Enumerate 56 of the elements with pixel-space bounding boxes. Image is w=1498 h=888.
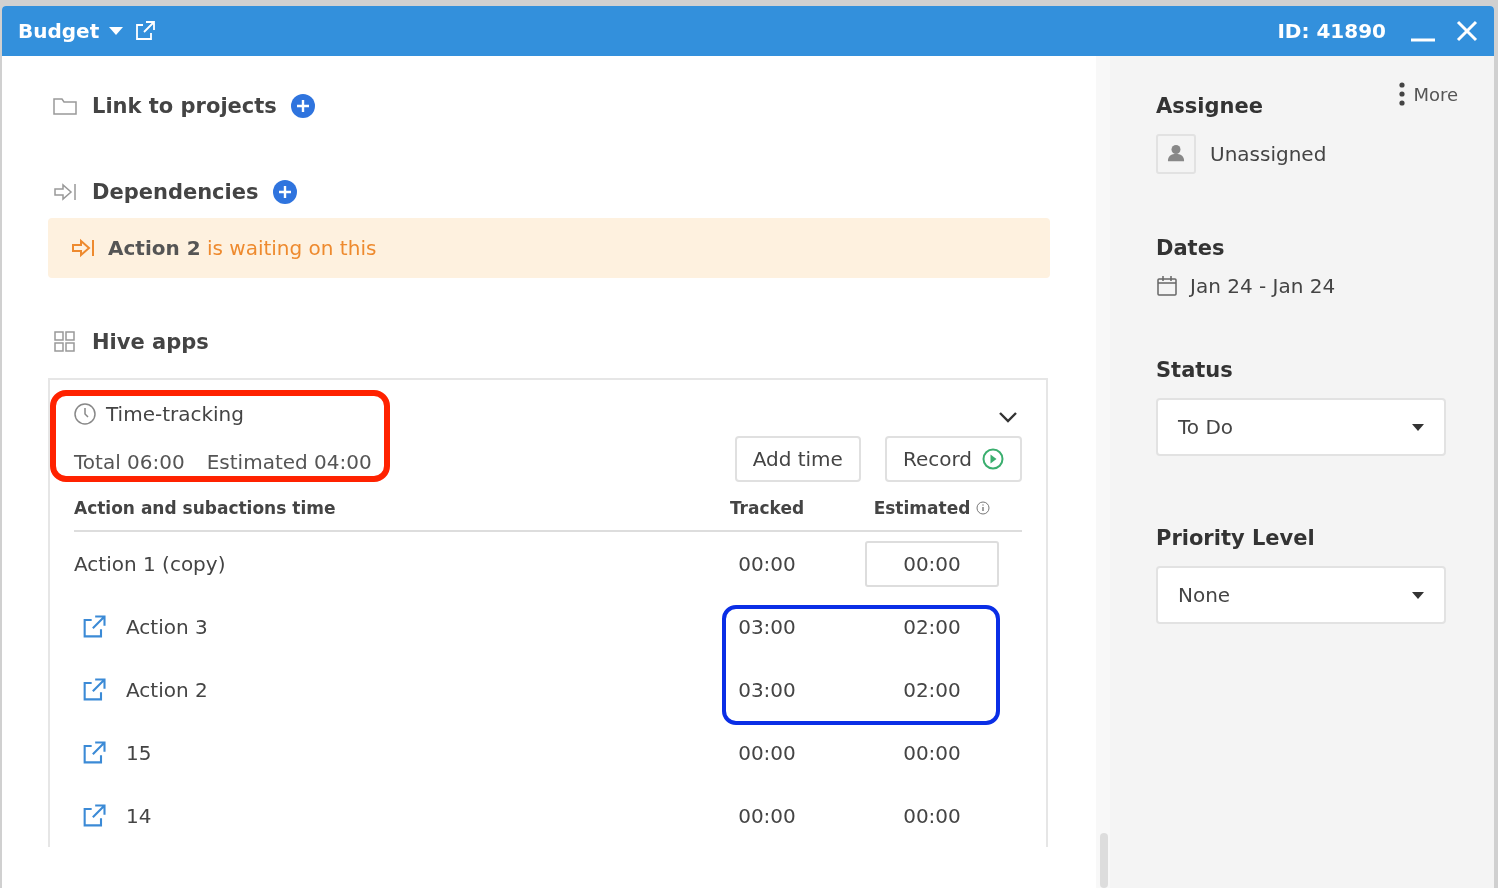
action-name[interactable]: Action 3	[126, 614, 208, 639]
more-icon[interactable]	[1399, 82, 1406, 106]
estimated-time: 02:00	[903, 614, 961, 639]
caret-icon[interactable]	[109, 27, 124, 35]
card-title: Time-tracking	[106, 402, 244, 426]
tracked-time: 00:00	[738, 740, 796, 765]
action-name[interactable]: 14	[126, 803, 152, 828]
column-header: Tracked	[729, 498, 805, 518]
more-label[interactable]: More	[1413, 83, 1458, 105]
estimated-time: 02:00	[903, 677, 961, 702]
section-heading: Link to projects	[92, 94, 277, 118]
arrow-icon	[52, 181, 78, 203]
avatar-icon[interactable]	[1156, 134, 1196, 174]
grid-icon	[52, 331, 78, 353]
action-name[interactable]: 15	[126, 740, 152, 765]
estimated-time: 00:00	[903, 803, 961, 828]
section-heading: Dependencies	[92, 180, 259, 204]
caret-icon	[1412, 423, 1424, 431]
info-icon[interactable]	[976, 501, 991, 515]
estimated-time: Estimated 04:00	[206, 450, 372, 474]
date-range[interactable]: Jan 24 - Jan 24	[1190, 274, 1336, 298]
assignee-name[interactable]: Unassigned	[1210, 142, 1327, 166]
estimated-time: 00:00	[903, 740, 961, 765]
section-heading: Hive apps	[92, 330, 209, 354]
action-name[interactable]: Action 2	[126, 677, 208, 702]
tracked-time: 03:00	[738, 614, 796, 639]
arrow-icon	[70, 237, 96, 259]
tracked-time: 03:00	[738, 677, 796, 702]
field-label: Status	[1156, 358, 1233, 382]
dropdown[interactable]: None	[1156, 566, 1446, 624]
column-header: Estimated	[873, 498, 971, 518]
estimate-field[interactable]: 00:00	[865, 540, 999, 587]
action-name[interactable]: Action 1 (copy)	[74, 551, 226, 576]
close-icon[interactable]	[1456, 20, 1478, 42]
tracked-time: 00:00	[738, 551, 796, 576]
add-icon[interactable]	[272, 180, 297, 204]
dropdown[interactable]: To Do	[1156, 398, 1446, 456]
tracked-time: 00:00	[738, 803, 796, 828]
record-button[interactable]: Record	[884, 436, 1022, 482]
chevron-icon[interactable]	[998, 410, 1018, 424]
caret-icon	[1412, 591, 1424, 599]
id-label: ID: 41890	[1277, 19, 1386, 43]
notice-text: Action 2 is waiting on this	[108, 236, 377, 260]
scrollbar-thumb[interactable]	[1100, 833, 1108, 888]
external-link-icon[interactable]	[133, 19, 158, 43]
column-header: Action and subactions time	[74, 498, 336, 518]
add-time-button[interactable]: Add time	[734, 436, 861, 482]
calendar-icon	[1156, 275, 1178, 297]
field-label: Priority Level	[1156, 526, 1315, 550]
field-label: Assignee	[1156, 94, 1263, 118]
add-icon[interactable]	[290, 94, 315, 118]
total-time: Total 06:00	[74, 450, 185, 474]
play-icon	[982, 448, 1004, 470]
folder-icon	[52, 95, 78, 117]
field-label: Dates	[1156, 236, 1225, 260]
clock-icon	[74, 403, 96, 425]
